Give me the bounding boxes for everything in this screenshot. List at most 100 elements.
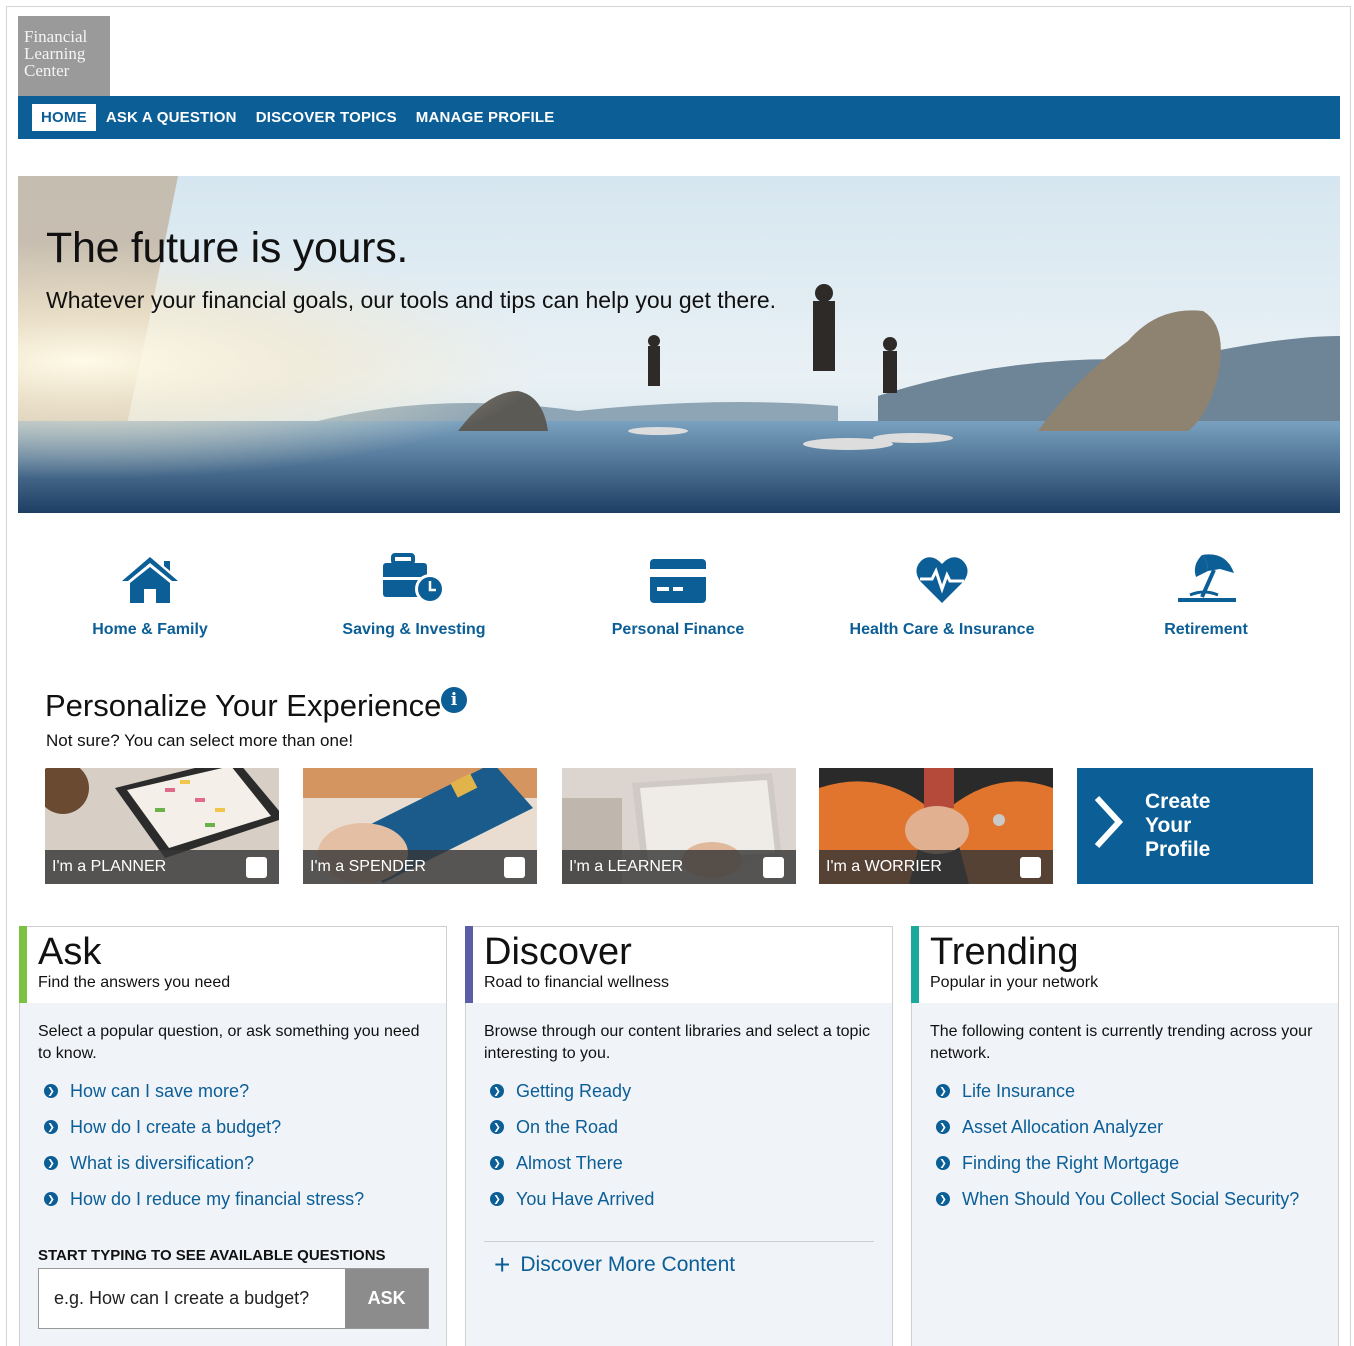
house-icon xyxy=(122,557,178,603)
discover-link[interactable]: ❯ Getting Ready xyxy=(490,1073,654,1109)
logo-line-2: Learning xyxy=(24,44,86,63)
trending-link[interactable]: ❯ Asset Allocation Analyzer xyxy=(936,1109,1299,1145)
discover-link-text[interactable]: On the Road xyxy=(516,1117,618,1138)
trending-title: Trending xyxy=(930,931,1079,973)
topic-shortcuts: Home & Family Saving & Investing Persona… xyxy=(18,545,1340,645)
nav-discover-topics[interactable]: DISCOVER TOPICS xyxy=(247,104,406,131)
discover-topic-list: ❯ Getting Ready ❯ On the Road ❯ Almost Ther… xyxy=(490,1073,654,1217)
hero-banner: The future is yours. Whatever your finan… xyxy=(18,176,1340,513)
personalize-subtitle: Not sure? You can select more than one! xyxy=(46,731,354,750)
chevron-circle-icon: ❯ xyxy=(490,1120,504,1134)
discover-more-text[interactable]: Discover More Content xyxy=(520,1253,735,1277)
trending-description: The following content is currently trend… xyxy=(930,1023,1313,1062)
ask-link[interactable]: ❯ What is diversification? xyxy=(44,1145,364,1181)
nav-home[interactable]: HOME xyxy=(32,104,96,131)
discover-accent-stripe xyxy=(465,926,473,1003)
topic-home-family[interactable]: Home & Family xyxy=(30,545,270,639)
persona-checkbox[interactable] xyxy=(504,857,525,878)
persona-checkbox[interactable] xyxy=(246,857,267,878)
ask-input-label: START TYPING TO SEE AVAILABLE QUESTIONS xyxy=(38,1247,386,1264)
personalize-title: Personalize Your Experience xyxy=(45,688,442,723)
trending-link-text[interactable]: Life Insurance xyxy=(962,1081,1075,1102)
ask-input-group: ASK xyxy=(38,1268,429,1329)
topic-label: Personal Finance xyxy=(611,621,745,638)
logo-line-1: Financial xyxy=(24,27,88,46)
persona-spender[interactable]: I'm a SPENDER xyxy=(303,768,537,884)
discover-divider xyxy=(484,1241,874,1242)
nav-manage-profile[interactable]: MANAGE PROFILE xyxy=(407,104,564,131)
plus-icon: + xyxy=(494,1249,511,1280)
ask-question-list: ❯ How can I save more? ❯ How do I create a… xyxy=(44,1073,364,1217)
discover-link[interactable]: ❯ Almost There xyxy=(490,1145,654,1181)
ask-card: Ask Find the answers you need Select a p… xyxy=(19,926,447,1346)
persona-checkbox[interactable] xyxy=(763,857,784,878)
chevron-circle-icon: ❯ xyxy=(936,1156,950,1170)
logo[interactable]: Financial Learning Center xyxy=(18,16,110,96)
chevron-circle-icon: ❯ xyxy=(936,1120,950,1134)
topic-retirement[interactable]: Retirement xyxy=(1086,545,1326,639)
persona-label: I'm a WORRIER xyxy=(819,850,1053,884)
topic-label: Saving & Investing xyxy=(342,621,486,638)
discover-link-text[interactable]: You Have Arrived xyxy=(516,1189,654,1210)
trending-link[interactable]: ❯ Life Insurance xyxy=(936,1073,1299,1109)
question-search-input[interactable] xyxy=(39,1269,346,1328)
discover-link[interactable]: ❯ You Have Arrived xyxy=(490,1181,654,1217)
chevron-circle-icon: ❯ xyxy=(490,1192,504,1206)
beach-umbrella-icon xyxy=(1178,554,1236,602)
main-nav: HOME ASK A QUESTION DISCOVER TOPICS MANA… xyxy=(18,96,1340,139)
trending-content-list: ❯ Life Insurance ❯ Asset Allocation Analyz… xyxy=(936,1073,1299,1217)
trending-link-text[interactable]: When Should You Collect Social Security? xyxy=(962,1189,1299,1210)
ask-accent-stripe xyxy=(19,926,27,1003)
persona-checkbox[interactable] xyxy=(1020,857,1041,878)
persona-worrier[interactable]: I'm a WORRIER xyxy=(819,768,1053,884)
nav-ask-a-question[interactable]: ASK A QUESTION xyxy=(97,104,246,131)
ask-link-text[interactable]: How do I create a budget? xyxy=(70,1117,281,1138)
discover-link-text[interactable]: Almost There xyxy=(516,1153,623,1174)
discover-link[interactable]: ❯ On the Road xyxy=(490,1109,654,1145)
trending-accent-stripe xyxy=(911,926,919,1003)
ask-link[interactable]: ❯ How do I create a budget? xyxy=(44,1109,364,1145)
chevron-right-icon xyxy=(1094,795,1124,849)
persona-label: I'm a LEARNER xyxy=(562,850,796,884)
create-line-1: Create xyxy=(1145,790,1211,813)
discover-card: Discover Road to financial wellness Brow… xyxy=(465,926,893,1346)
discover-subtitle: Road to financial wellness xyxy=(484,974,669,991)
topic-health-care-insurance[interactable]: Health Care & Insurance xyxy=(822,545,1062,639)
trending-link[interactable]: ❯ Finding the Right Mortgage xyxy=(936,1145,1299,1181)
trending-link[interactable]: ❯ When Should You Collect Social Security… xyxy=(936,1181,1299,1217)
ask-button[interactable]: ASK xyxy=(345,1269,428,1328)
chevron-circle-icon: ❯ xyxy=(936,1192,950,1206)
hero-subtitle: Whatever your financial goals, our tools… xyxy=(46,287,777,313)
ask-link-text[interactable]: What is diversification? xyxy=(70,1153,254,1174)
create-profile-button[interactable]: Create Your Profile xyxy=(1077,768,1313,884)
ask-link[interactable]: ❯ How do I reduce my financial stress? xyxy=(44,1181,364,1217)
topic-label: Home & Family xyxy=(92,621,208,638)
create-line-2: Your xyxy=(1145,814,1192,837)
trending-subtitle: Popular in your network xyxy=(930,974,1099,991)
persona-planner[interactable]: I'm a PLANNER xyxy=(45,768,279,884)
topic-saving-investing[interactable]: Saving & Investing xyxy=(294,545,534,639)
chevron-circle-icon: ❯ xyxy=(44,1084,58,1098)
discover-title: Discover xyxy=(484,931,632,973)
ask-description: Select a popular question, or ask someth… xyxy=(38,1023,420,1062)
persona-learner[interactable]: I'm a LEARNER xyxy=(562,768,796,884)
logo-line-3: Center xyxy=(24,61,70,80)
topic-label: Retirement xyxy=(1164,621,1248,638)
heart-pulse-icon xyxy=(916,557,968,603)
ask-subtitle: Find the answers you need xyxy=(38,974,231,991)
discover-more-link[interactable]: + Discover More Content xyxy=(494,1249,735,1280)
chevron-circle-icon: ❯ xyxy=(490,1084,504,1098)
topic-personal-finance[interactable]: Personal Finance xyxy=(558,545,798,639)
chevron-circle-icon: ❯ xyxy=(44,1120,58,1134)
trending-card: Trending Popular in your network The fol… xyxy=(911,926,1339,1346)
info-icon[interactable]: i xyxy=(441,687,467,713)
chevron-circle-icon: ❯ xyxy=(936,1084,950,1098)
ask-link[interactable]: ❯ How can I save more? xyxy=(44,1073,364,1109)
trending-link-text[interactable]: Finding the Right Mortgage xyxy=(962,1153,1179,1174)
ask-link-text[interactable]: How can I save more? xyxy=(70,1081,249,1102)
create-line-3: Profile xyxy=(1145,838,1211,861)
trending-link-text[interactable]: Asset Allocation Analyzer xyxy=(962,1117,1163,1138)
ask-link-text[interactable]: How do I reduce my financial stress? xyxy=(70,1189,364,1210)
briefcase-clock-icon xyxy=(383,553,445,604)
discover-link-text[interactable]: Getting Ready xyxy=(516,1081,631,1102)
